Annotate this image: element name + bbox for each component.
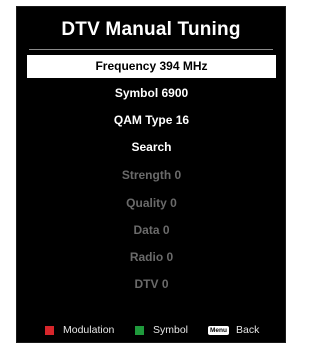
menu-item-data: Data 0 xyxy=(133,223,170,237)
title-divider xyxy=(29,49,273,50)
legend-back[interactable]: Menu Back xyxy=(208,323,259,337)
red-key-icon xyxy=(45,325,54,335)
legend-back-label: Back xyxy=(235,324,260,336)
menu-item-search[interactable]: Search xyxy=(27,136,276,159)
menu-item-radio: Radio 0 xyxy=(129,250,174,264)
green-key-icon xyxy=(135,325,144,335)
legend-modulation[interactable]: Modulation xyxy=(45,323,114,337)
menu-item-qam-type[interactable]: QAM Type 16 xyxy=(27,109,276,132)
legend-modulation-label: Modulation xyxy=(63,324,115,336)
menu-item-quality: Quality 0 xyxy=(126,196,177,210)
button-legend: Modulation Symbol Menu Back xyxy=(17,323,285,337)
menu-item-symbol[interactable]: Symbol 6900 xyxy=(27,82,276,105)
legend-symbol-label: Symbol xyxy=(153,324,189,336)
dtv-manual-tuning-panel: DTV Manual Tuning Frequency 394 MHz Symb… xyxy=(16,6,286,343)
menu-item-dtv: DTV 0 xyxy=(134,277,169,291)
menu-key-icon: Menu xyxy=(208,325,229,335)
menu-item-strength: Strength 0 xyxy=(121,168,182,182)
menu-item-frequency[interactable]: Frequency 394 MHz xyxy=(27,55,276,78)
legend-symbol[interactable]: Symbol xyxy=(135,323,188,337)
page-title: DTV Manual Tuning xyxy=(61,19,241,40)
